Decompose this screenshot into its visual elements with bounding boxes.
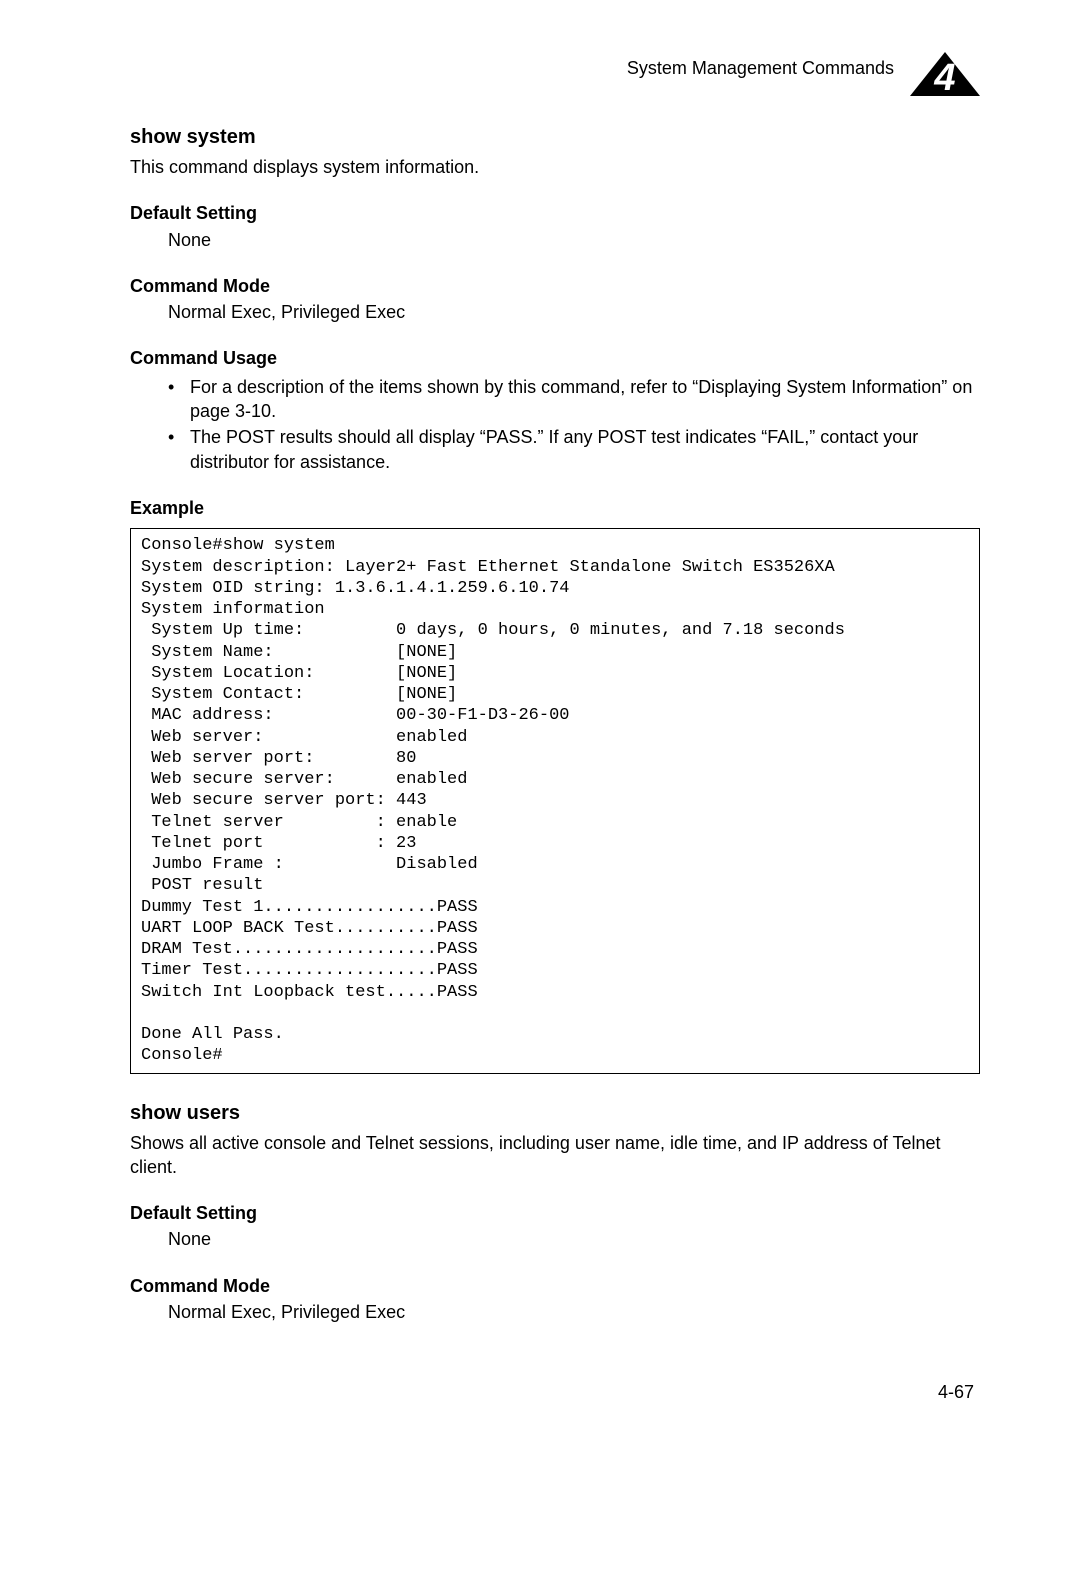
- subheading-command-mode: Command Mode: [130, 1274, 980, 1298]
- chapter-badge: 4: [910, 40, 980, 96]
- command-title: show users: [130, 1100, 980, 1127]
- default-setting-value: None: [168, 1227, 980, 1251]
- bullet-item: The POST results should all display “PAS…: [168, 425, 980, 474]
- default-setting-value: None: [168, 228, 980, 252]
- command-title: show system: [130, 124, 980, 151]
- chapter-number: 4: [933, 57, 955, 96]
- example-code-block: Console#show system System description: …: [130, 528, 980, 1073]
- subheading-example: Example: [130, 496, 980, 520]
- subheading-command-mode: Command Mode: [130, 274, 980, 298]
- command-section-show-system: show system This command displays system…: [130, 124, 980, 1074]
- command-section-show-users: show users Shows all active console and …: [130, 1100, 980, 1325]
- command-description: This command displays system information…: [130, 155, 980, 179]
- command-description: Shows all active console and Telnet sess…: [130, 1131, 980, 1180]
- page-header: System Management Commands 4: [130, 40, 980, 96]
- command-usage-bullets: For a description of the items shown by …: [168, 375, 980, 474]
- chapter-badge-shape: 4: [910, 40, 980, 96]
- subheading-default-setting: Default Setting: [130, 1201, 980, 1225]
- subheading-default-setting: Default Setting: [130, 201, 980, 225]
- bullet-item: For a description of the items shown by …: [168, 375, 980, 424]
- command-mode-value: Normal Exec, Privileged Exec: [168, 1300, 980, 1324]
- header-title: System Management Commands: [627, 56, 894, 80]
- command-mode-value: Normal Exec, Privileged Exec: [168, 300, 980, 324]
- page-number: 4-67: [130, 1380, 980, 1404]
- page: System Management Commands 4 show system…: [0, 0, 1080, 1445]
- subheading-command-usage: Command Usage: [130, 346, 980, 370]
